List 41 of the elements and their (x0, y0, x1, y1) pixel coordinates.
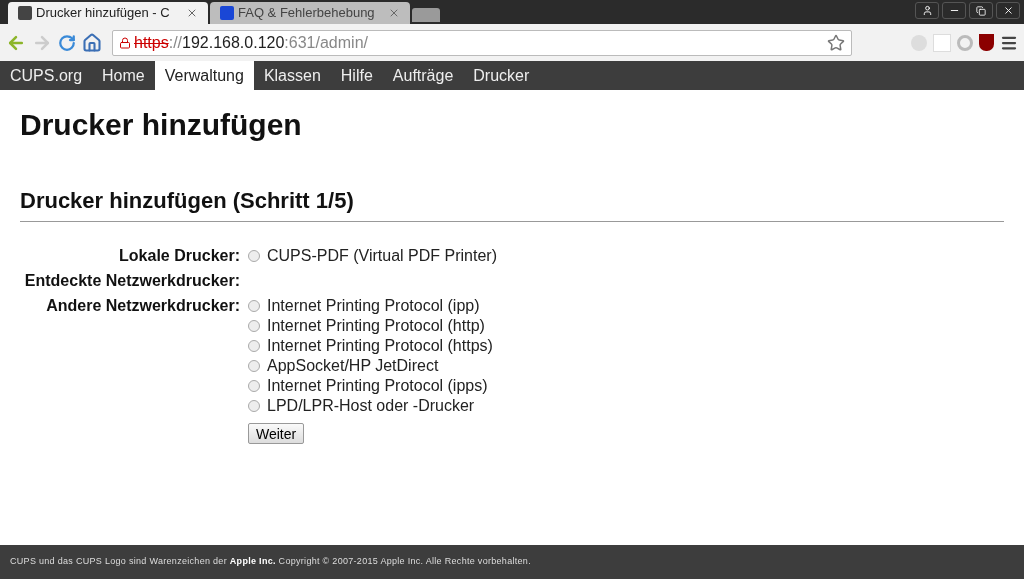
radio-option[interactable]: Internet Printing Protocol (ipp) (248, 296, 1004, 316)
radio-option[interactable]: Internet Printing Protocol (http) (248, 316, 1004, 336)
restore-button[interactable] (969, 2, 993, 19)
close-icon[interactable] (388, 7, 400, 19)
tab-title: FAQ & Fehlerbehebung (238, 4, 376, 23)
bookmark-star-icon[interactable] (827, 33, 845, 52)
radio-option[interactable]: AppSocket/HP JetDirect (248, 356, 1004, 376)
profile-button[interactable] (915, 2, 939, 19)
shield-icon[interactable] (979, 34, 994, 51)
url-text: https://192.168.0.120:631/admin/ (134, 32, 368, 53)
radio-option[interactable]: Internet Printing Protocol (https) (248, 336, 1004, 356)
page-title: Drucker hinzufügen (20, 107, 303, 143)
close-button[interactable] (996, 2, 1020, 19)
person-icon (921, 5, 933, 16)
nav-link[interactable]: Verwaltung (154, 61, 254, 90)
nav-link[interactable]: Aufträge (382, 61, 464, 90)
section-title: Drucker hinzufügen (Schritt 1/5) (20, 184, 1004, 222)
restore-icon (976, 5, 986, 16)
reload-icon[interactable] (58, 33, 76, 52)
radio-option[interactable]: LPD/LPR-Host oder -Drucker (248, 396, 1004, 416)
browser-tab[interactable]: FAQ & Fehlerbehebung (210, 2, 410, 24)
nav-link[interactable]: Drucker (463, 61, 540, 90)
group-label: Lokale Drucker: (118, 246, 240, 266)
continue-button[interactable]: Weiter (248, 423, 305, 444)
insecure-lock-icon (119, 36, 131, 49)
nav-link[interactable]: Home (92, 61, 155, 90)
nav-link[interactable]: Klassen (253, 61, 331, 90)
radio-option[interactable]: Internet Printing Protocol (ipps) (248, 376, 1004, 396)
browser-tab[interactable]: Drucker hinzufügen - C (8, 2, 208, 24)
address-bar[interactable]: https://192.168.0.120:631/admin/ (112, 29, 852, 56)
footer-text: CUPS und das CUPS Logo sind Warenzeichen der Apple Inc. Copyright © 2007-2015 Apple Inc. Alle Rechte vorbehalten. (10, 555, 531, 569)
group-label: Entdeckte Netzwerkdrucker: (23, 271, 240, 291)
home-icon[interactable] (82, 32, 102, 53)
tab-title: Drucker hinzufügen - C (36, 4, 171, 23)
close-icon (1002, 5, 1014, 16)
nav-link[interactable]: CUPS.org (0, 61, 93, 90)
ring-icon[interactable] (957, 34, 973, 51)
close-icon[interactable] (186, 7, 198, 19)
nav-link[interactable]: Hilfe (330, 61, 383, 90)
group-label: Andere Netzwerkdrucker: (45, 296, 240, 316)
radio-option[interactable]: CUPS-PDF (Virtual PDF Printer) (248, 246, 1004, 266)
